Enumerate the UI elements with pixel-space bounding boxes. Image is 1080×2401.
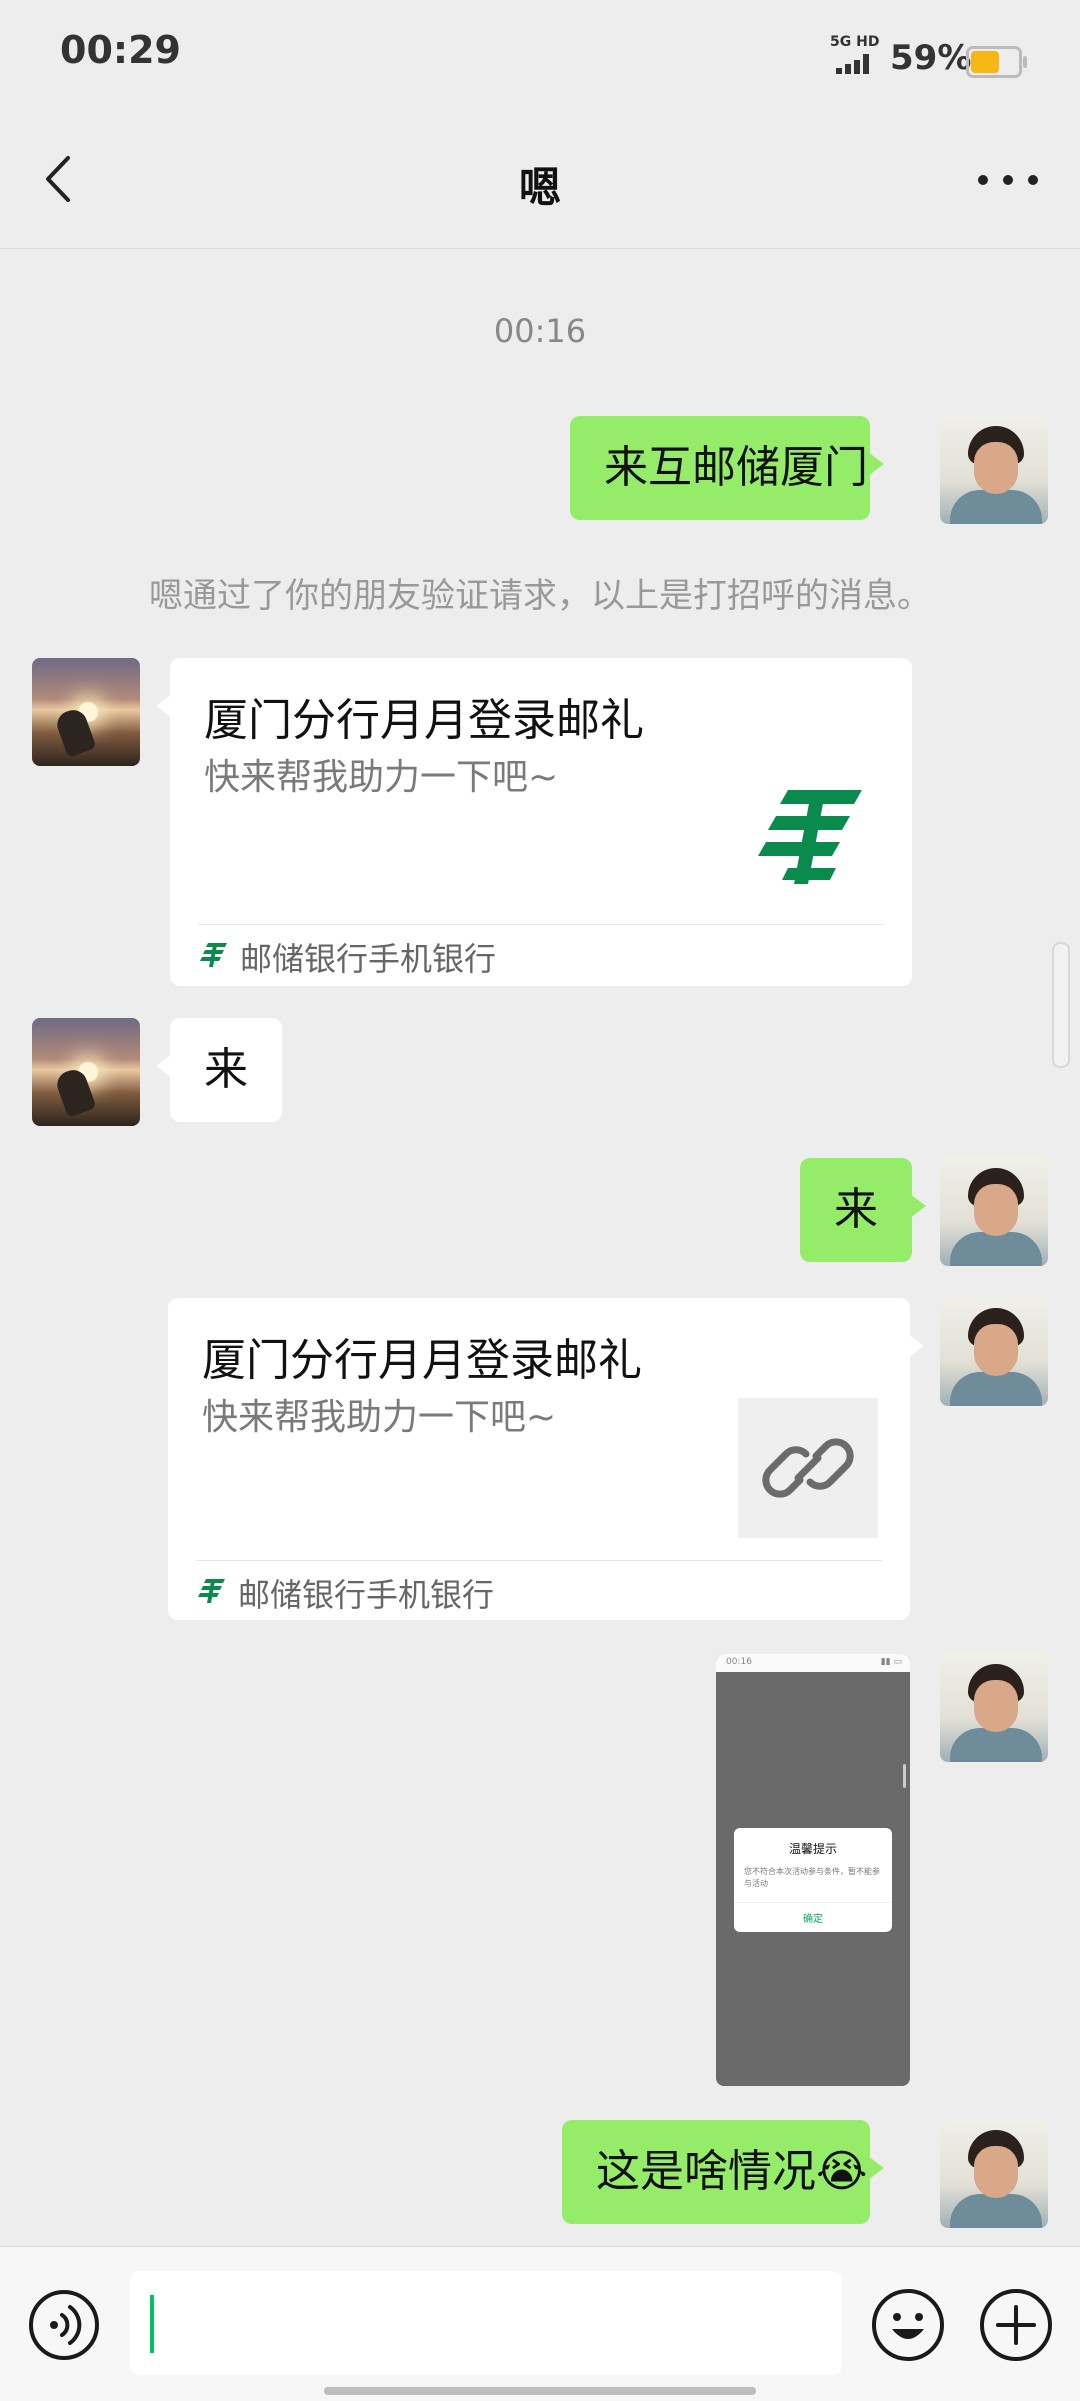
- avatar[interactable]: [940, 1298, 1048, 1406]
- signal-icon: 5G HD: [830, 34, 882, 74]
- input-bar: [0, 2246, 1080, 2401]
- status-time: 00:29: [60, 28, 181, 72]
- message-bubble[interactable]: 来: [156, 1018, 282, 1122]
- card-description: 快来帮我助力一下吧~: [204, 757, 559, 798]
- emoji-icon: [872, 2289, 944, 2361]
- postal-logo-icon: [198, 1579, 225, 1603]
- message-bubble[interactable]: 来: [800, 1158, 926, 1262]
- link-thumbnail: [738, 1398, 878, 1538]
- avatar[interactable]: [32, 1018, 140, 1126]
- text-cursor: [150, 2295, 154, 2353]
- status-bar: 00:29 5G HD 59%: [0, 0, 1080, 112]
- dialog-title: 温馨提示: [788, 1842, 837, 1856]
- screenshot-time: 00:16: [726, 1657, 752, 1667]
- image-message[interactable]: 00:16 ▮▮ ▭ 温馨提示 您不符合本次活动参与条件，暂不能参与活动 确定: [716, 1654, 910, 2086]
- postal-logo-icon: [758, 790, 862, 884]
- home-indicator[interactable]: [324, 2387, 756, 2395]
- link-icon: [762, 1438, 854, 1498]
- card-description: 快来帮我助力一下吧~: [202, 1397, 557, 1438]
- voice-icon: [29, 2290, 99, 2360]
- chat-title: 嗯: [518, 163, 561, 212]
- message-input[interactable]: [130, 2271, 842, 2375]
- message-text: 来互邮储厦门: [604, 442, 868, 493]
- link-card[interactable]: 厦门分行月月登录邮礼 快来帮我助力一下吧~ 邮储银行手机银行: [156, 658, 912, 986]
- chat-header: 嗯: [0, 112, 1080, 249]
- screenshot-status-bar: 00:16 ▮▮ ▭: [716, 1654, 910, 1672]
- avatar[interactable]: [940, 2120, 1048, 2228]
- message-bubble[interactable]: 来互邮储厦门: [570, 416, 884, 520]
- card-source: 邮储银行手机银行: [240, 940, 497, 978]
- card-source: 邮储银行手机银行: [238, 1576, 495, 1614]
- message-text: 来: [204, 1044, 248, 1095]
- battery-percent: 59%: [890, 38, 972, 78]
- postal-logo-icon: [200, 943, 227, 967]
- emoji-button[interactable]: [870, 2287, 946, 2363]
- message-bubble[interactable]: 这是啥情况😭: [562, 2120, 884, 2224]
- scrollbar[interactable]: [1052, 942, 1070, 1068]
- ellipsis-icon: [978, 175, 988, 185]
- link-card[interactable]: 厦门分行月月登录邮礼 快来帮我助力一下吧~ 邮储银行手机银行: [168, 1298, 924, 1620]
- card-title: 厦门分行月月登录邮礼: [204, 695, 644, 746]
- avatar[interactable]: [32, 658, 140, 766]
- dialog-message: 您不符合本次活动参与条件，暂不能参与活动: [744, 1867, 880, 1888]
- plus-icon: [980, 2289, 1052, 2361]
- card-title: 厦门分行月月登录邮礼: [202, 1335, 642, 1386]
- avatar[interactable]: [940, 1654, 1048, 1762]
- message-timestamp: 00:16: [493, 312, 587, 350]
- network-label: 5G HD: [830, 34, 880, 50]
- voice-button[interactable]: [28, 2289, 100, 2361]
- avatar[interactable]: [940, 1158, 1048, 1266]
- battery-icon: [966, 46, 1027, 78]
- plus-button[interactable]: [978, 2287, 1054, 2363]
- screenshot-dialog: 温馨提示 您不符合本次活动参与条件，暂不能参与活动 确定: [734, 1828, 892, 1932]
- message-text: 来: [834, 1184, 878, 1235]
- dialog-button: 确定: [803, 1914, 823, 1925]
- system-note: 嗯通过了你的朋友验证请求，以上是打招呼的消息。: [149, 576, 931, 616]
- more-button[interactable]: [978, 172, 1038, 188]
- avatar[interactable]: [940, 416, 1048, 524]
- message-text: 这是啥情况😭: [596, 2146, 868, 2197]
